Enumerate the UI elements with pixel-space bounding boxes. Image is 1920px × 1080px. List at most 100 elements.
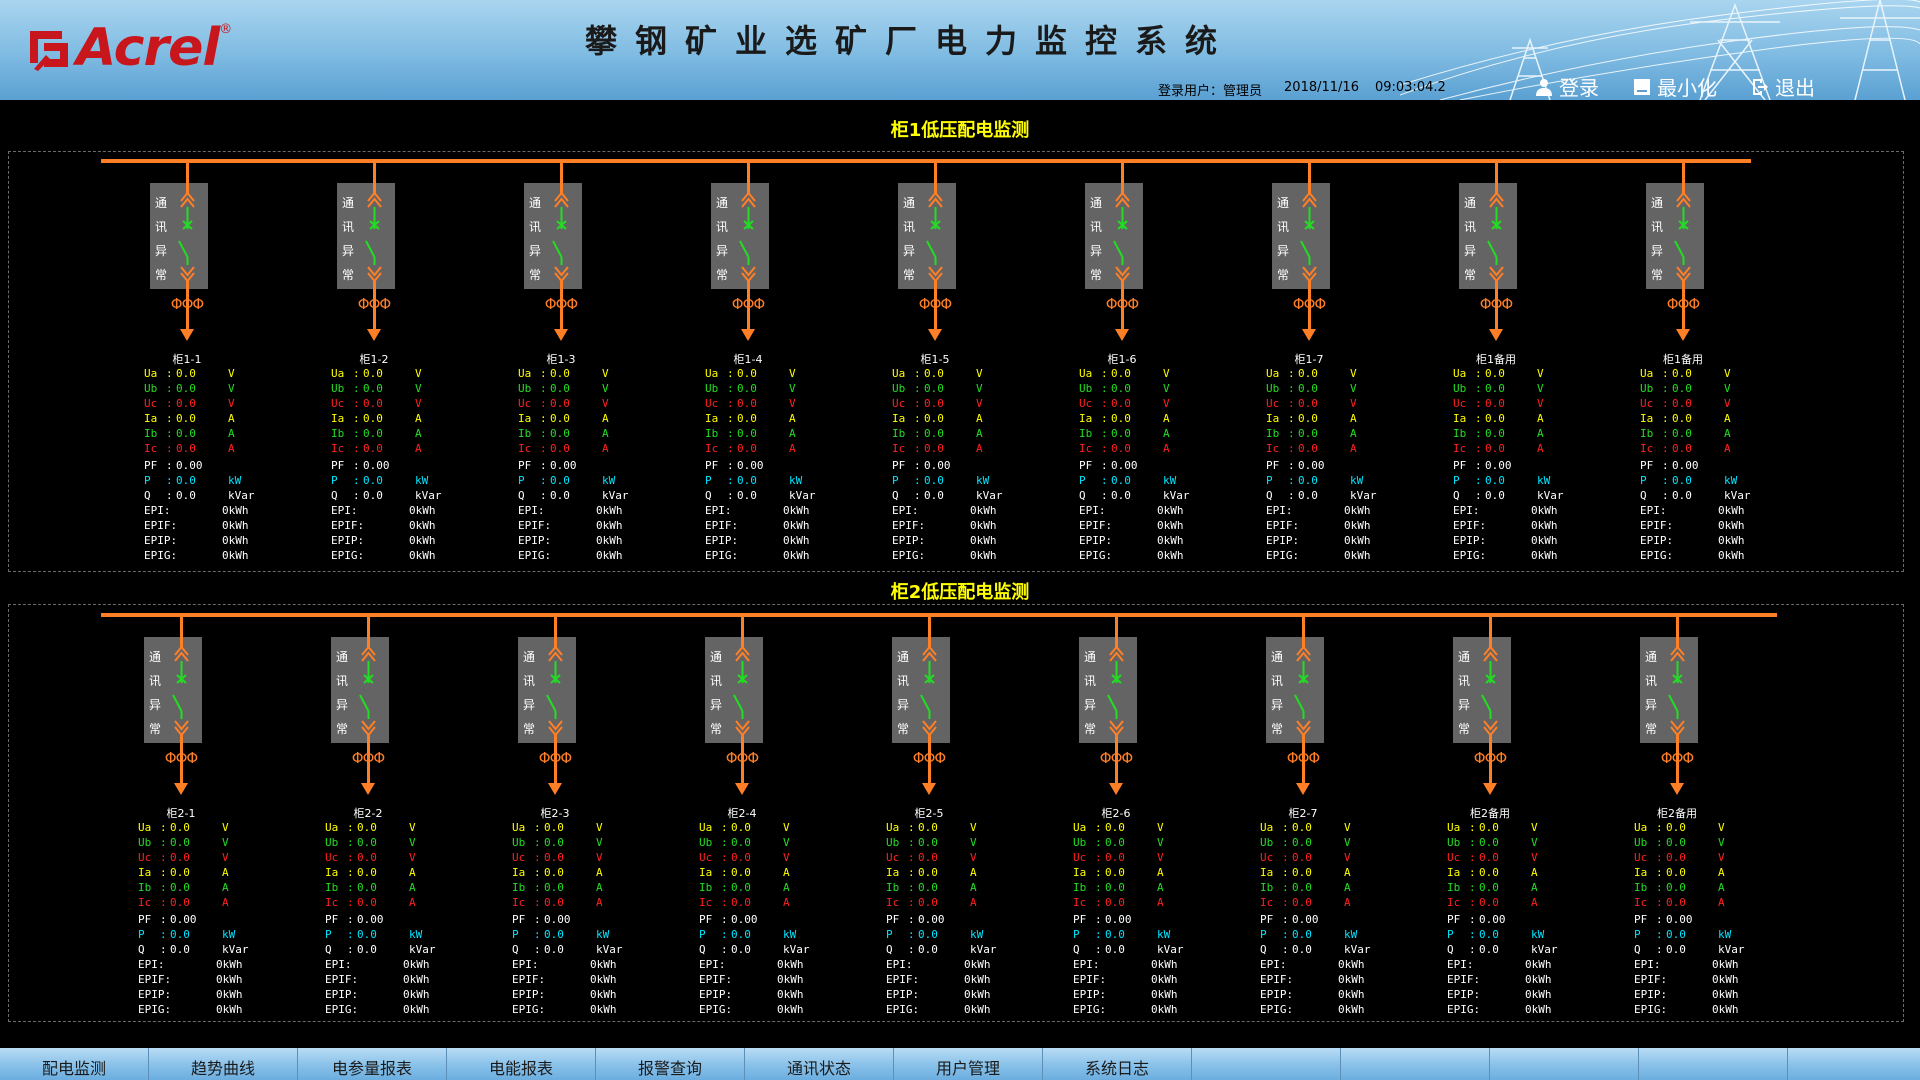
unit-kwh: kWh (596, 988, 617, 1001)
reading-q: Q:0.0 kVar (1447, 942, 1558, 957)
label-ib: Ib (138, 881, 152, 894)
reading-ia: Ia:0.0 A (144, 411, 249, 426)
label-uc: Uc (1260, 851, 1274, 864)
label-ib: Ib (144, 427, 158, 440)
value-uc: 0.0 (1111, 397, 1131, 410)
reading-epip: EPIP: 0 kWh (886, 987, 991, 1002)
label-ua: Ua (886, 821, 900, 834)
logo-mark-icon (30, 31, 68, 71)
unit-kw: kW (1350, 474, 1364, 487)
value-p: 0.0 (924, 474, 944, 487)
switch-icon (1300, 183, 1317, 293)
label-epip: EPIP: (1634, 988, 1668, 1001)
value-q: 0.0 (1485, 489, 1505, 502)
minimize-button-label: 最小化 (1657, 76, 1717, 100)
unit-a: A (415, 412, 422, 425)
feeder-name: 柜1-6 (1107, 353, 1137, 366)
sep: : (1288, 427, 1295, 440)
label-uc: Uc (331, 397, 345, 410)
nav-tab-0[interactable]: 配电监测 (0, 1048, 149, 1080)
label-ia: Ia (518, 412, 532, 425)
label-pf: PF (144, 459, 158, 472)
login-button[interactable]: 登录 (1535, 72, 1599, 100)
label-ub: Ub (1640, 382, 1654, 395)
label-ua: Ua (1073, 821, 1087, 834)
unit-a: A (1344, 881, 1351, 894)
label-uc: Uc (138, 851, 152, 864)
label-p: P (705, 474, 712, 487)
unit-a: A (1350, 412, 1357, 425)
unit-v: V (783, 851, 790, 864)
exit-button[interactable]: 退出 (1751, 72, 1815, 100)
label-pf: PF (138, 913, 152, 926)
label-ub: Ub (138, 836, 152, 849)
reading-epig: EPIG: 0 kWh (512, 1002, 617, 1017)
reading-epig: EPIG: 0 kWh (886, 1002, 991, 1017)
sep: : (1288, 397, 1295, 410)
label-pf: PF (1447, 913, 1461, 926)
label-ic: Ic (699, 896, 713, 909)
unit-kvar: kVar (976, 489, 1003, 502)
label-ic: Ic (1073, 896, 1087, 909)
value-ia: 0.0 (1485, 412, 1505, 425)
sep: : (914, 442, 921, 455)
value-ua: 0.0 (731, 821, 751, 834)
unit-kwh: kWh (1537, 534, 1558, 547)
sep: : (914, 459, 921, 472)
sep: : (353, 427, 360, 440)
unit-v: V (783, 836, 790, 849)
feeder-readings: Ua:0.0 V Ub:0.0 V Uc:0.0 V Ia:0.0 A Ib:0.0 A … (144, 366, 255, 563)
value-pf: 0.00 (544, 913, 571, 926)
label-epip: EPIP: (1260, 988, 1294, 1001)
nav-tab-1[interactable]: 趋势曲线 (149, 1048, 298, 1080)
unit-kwh: kWh (1157, 1003, 1178, 1016)
unit-v: V (222, 836, 229, 849)
label-ua: Ua (144, 367, 158, 380)
nav-tab-6[interactable]: 用户管理 (894, 1048, 1043, 1080)
unit-kwh: kWh (596, 1003, 617, 1016)
nav-tab-3[interactable]: 电能报表 (447, 1048, 596, 1080)
sep: : (1475, 427, 1482, 440)
reading-epip: EPIP: 0 kWh (331, 533, 436, 548)
reading-pf: PF:0.00 (512, 912, 617, 927)
sep: : (721, 836, 728, 849)
value-q: 0.0 (924, 489, 944, 502)
label-epip: EPIP: (1266, 534, 1300, 547)
label-uc: Uc (1073, 851, 1087, 864)
value-p: 0.0 (357, 928, 377, 941)
reading-epif: EPIF: 0 kWh (1640, 518, 1745, 533)
label-epi: EPI: (705, 504, 732, 517)
value-epig: 0 (596, 549, 603, 562)
label-epi: EPI: (1073, 958, 1100, 971)
unit-kvar: kVar (228, 489, 255, 502)
reading-epip: EPIP: 0 kWh (512, 987, 617, 1002)
nav-tab-4[interactable]: 报警查询 (596, 1048, 745, 1080)
unit-kwh: kWh (789, 549, 810, 562)
unit-kwh: kWh (1531, 958, 1552, 971)
feeder-readings: Ua:0.0 V Ub:0.0 V Uc:0.0 V Ia:0.0 A Ib:0.0 A … (1447, 820, 1558, 1017)
value-epig: 0 (1531, 549, 1538, 562)
value-ub: 0.0 (924, 382, 944, 395)
reading-uc: Uc:0.0 V (1266, 396, 1371, 411)
label-p: P (1634, 928, 1641, 941)
unit-kvar: kVar (1163, 489, 1190, 502)
unit-a: A (1163, 427, 1170, 440)
reading-ib: Ib:0.0 A (1640, 426, 1745, 441)
reading-epi: EPI: 0 kWh (886, 957, 991, 972)
value-p: 0.0 (170, 928, 190, 941)
reading-ic: Ic:0.0 A (1447, 895, 1552, 910)
sep: : (534, 851, 541, 864)
sep: : (166, 474, 173, 487)
nav-tab-7[interactable]: 系统日志 (1043, 1048, 1192, 1080)
nav-tab-5[interactable]: 通讯状态 (745, 1048, 894, 1080)
value-epi: 0 (1718, 504, 1725, 517)
minimize-button[interactable]: 最小化 (1633, 72, 1717, 100)
unit-kvar: kVar (596, 943, 623, 956)
value-epip: 0 (1525, 988, 1532, 1001)
label-epig: EPIG: (1453, 549, 1487, 562)
value-ub: 0.0 (1672, 382, 1692, 395)
value-ib: 0.0 (357, 881, 377, 894)
nav-tab-2[interactable]: 电参量报表 (298, 1048, 447, 1080)
sep: : (727, 442, 734, 455)
reading-epig: EPIG: 0 kWh (518, 548, 623, 563)
